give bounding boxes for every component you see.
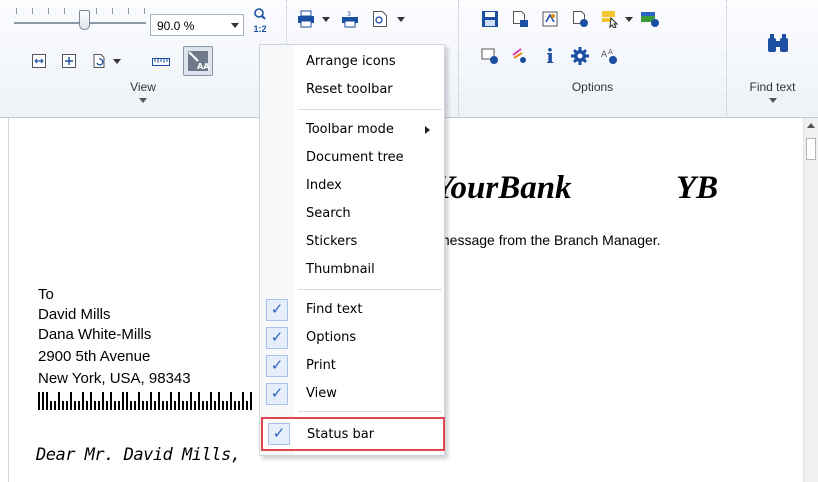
view-group: 90.0 % 1:2 AA View	[0, 0, 287, 116]
page-settings-icon[interactable]	[509, 8, 531, 30]
menu-item-print[interactable]: ✓ Print	[260, 353, 444, 379]
menu-item-status-bar[interactable]: ✓ Status bar	[261, 417, 445, 451]
zoom-level-select[interactable]: 90.0 %	[150, 14, 244, 36]
print-icon[interactable]	[295, 8, 317, 30]
menu-item-search[interactable]: Search	[260, 201, 444, 227]
menu-item-label: Find text	[306, 302, 363, 317]
select-tool-icon[interactable]	[599, 8, 621, 30]
ruler-icon[interactable]	[150, 50, 172, 72]
scroll-up-icon[interactable]	[807, 123, 815, 128]
checkmark-icon: ✓	[266, 327, 288, 349]
menu-item-stickers[interactable]: Stickers	[260, 229, 444, 255]
bank-logo: YB	[676, 170, 719, 206]
options-group: i AA Options	[459, 0, 727, 116]
color-settings-icon[interactable]	[639, 8, 661, 30]
view-group-expand-icon[interactable]	[139, 98, 147, 103]
menu-item-label: Reset toolbar	[306, 82, 393, 97]
menu-item-label: Options	[306, 330, 357, 345]
svg-text:A: A	[608, 48, 613, 56]
menu-item-options[interactable]: ✓ Options	[260, 325, 444, 351]
postal-barcode	[38, 392, 252, 410]
svg-text:3: 3	[347, 11, 351, 18]
menu-item-toolbar-mode[interactable]: Toolbar mode	[260, 117, 444, 143]
find-text-group: Find text	[727, 0, 818, 116]
menu-item-index[interactable]: Index	[260, 173, 444, 199]
find-text-group-label: Find text	[749, 80, 796, 94]
letter-greeting: Dear Mr. David Mills,	[36, 445, 241, 465]
rotate-dropdown-icon[interactable]	[113, 59, 121, 64]
menu-item-reset-toolbar[interactable]: Reset toolbar	[260, 77, 444, 103]
svg-text:AA: AA	[197, 62, 209, 71]
menu-item-label: Index	[306, 178, 342, 193]
print-preview-icon[interactable]	[369, 8, 391, 30]
menu-item-label: Arrange icons	[306, 54, 396, 69]
address-line: David Mills	[38, 306, 111, 323]
menu-item-label: View	[306, 386, 337, 401]
magic-wand-icon[interactable]	[509, 45, 531, 67]
submenu-arrow-icon	[425, 126, 430, 134]
gear-icon[interactable]	[569, 45, 591, 67]
find-group-expand-icon[interactable]	[768, 98, 777, 103]
address-line: New York, USA, 98343	[38, 370, 191, 387]
print-pages-icon[interactable]: 3	[339, 8, 361, 30]
zoom-slider-thumb[interactable]	[79, 10, 90, 30]
document-properties-icon[interactable]	[569, 8, 591, 30]
menu-item-label: Document tree	[306, 150, 404, 165]
menu-item-label: Status bar	[307, 427, 375, 442]
export-icon[interactable]	[539, 8, 561, 30]
zoom-ratio-label[interactable]: 1:2	[249, 24, 271, 34]
zoom-magnifier-icon[interactable]	[249, 8, 271, 20]
options-group-label: Options	[571, 80, 614, 94]
font-settings-icon[interactable]: AA	[599, 45, 621, 67]
zoom-level-value: 90.0 %	[157, 19, 195, 33]
checkmark-icon: ✓	[266, 355, 288, 377]
checkmark-icon: ✓	[266, 299, 288, 321]
address-line: To	[38, 286, 54, 303]
toolbar-context-menu: Arrange icons Reset toolbar Toolbar mode…	[259, 44, 445, 456]
save-icon[interactable]	[479, 8, 501, 30]
info-icon[interactable]: i	[539, 44, 561, 68]
print-dropdown-icon[interactable]	[322, 17, 330, 22]
view-group-label: View	[130, 80, 156, 94]
checkmark-icon: ✓	[266, 383, 288, 405]
scroll-thumb[interactable]	[806, 138, 816, 160]
menu-item-label: Search	[306, 206, 351, 221]
menu-item-arrange-icons[interactable]: Arrange icons	[260, 49, 444, 75]
menu-separator	[298, 109, 442, 110]
menu-item-view[interactable]: ✓ View	[260, 381, 444, 407]
bank-name: YourBank	[434, 170, 572, 206]
menu-separator	[298, 411, 442, 412]
menu-item-label: Stickers	[306, 234, 358, 249]
svg-text:A: A	[601, 50, 608, 60]
address-line: 2900 5th Avenue	[38, 348, 151, 365]
checkmark-icon: ✓	[268, 423, 290, 445]
bank-message: message from the Branch Manager.	[438, 232, 661, 248]
menu-item-thumbnail[interactable]: Thumbnail	[260, 257, 444, 283]
vertical-scrollbar[interactable]	[803, 118, 818, 482]
tools-settings-icon[interactable]	[479, 45, 501, 67]
fit-width-icon[interactable]	[28, 50, 50, 72]
menu-item-label: Thumbnail	[306, 262, 375, 277]
address-line: Dana White-Mills	[38, 326, 152, 343]
binoculars-icon[interactable]	[765, 30, 791, 56]
menu-item-find-text[interactable]: ✓ Find text	[260, 297, 444, 323]
menu-separator	[298, 289, 442, 290]
select-dropdown-icon[interactable]	[625, 17, 633, 22]
antialias-icon[interactable]: AA	[183, 46, 213, 76]
fit-page-icon[interactable]	[58, 50, 80, 72]
menu-item-label: Print	[306, 358, 336, 373]
preview-dropdown-icon[interactable]	[397, 17, 405, 22]
chevron-down-icon	[231, 23, 239, 28]
rotate-page-icon[interactable]	[88, 50, 110, 72]
menu-item-document-tree[interactable]: Document tree	[260, 145, 444, 171]
menu-item-label: Toolbar mode	[306, 122, 394, 137]
